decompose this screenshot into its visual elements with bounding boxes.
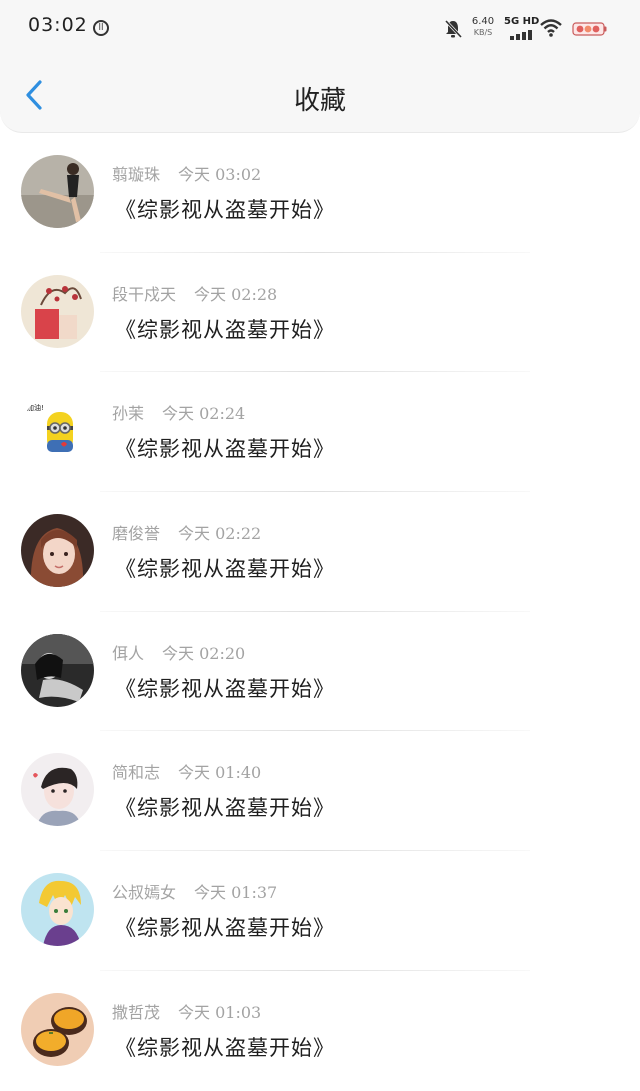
avatar bbox=[21, 753, 94, 827]
user-name: 公叔嫣女 bbox=[112, 883, 177, 903]
favorite-item[interactable]: 磨俊誉 今天 02:22 《综影视从盗墓开始》 bbox=[0, 492, 640, 612]
book-title: 《综影视从盗墓开始》 bbox=[115, 557, 335, 582]
avatar: 加油! bbox=[21, 394, 94, 468]
user-name: 孙茉 bbox=[112, 404, 145, 424]
favorite-item[interactable]: 佴人 今天 02:20 《综影视从盗墓开始》 bbox=[0, 612, 640, 732]
avatar bbox=[21, 514, 94, 588]
item-meta: 撒哲茂 今天 01:03 bbox=[112, 999, 261, 1023]
item-time: 今天 02:20 bbox=[162, 643, 246, 663]
item-meta: 孙茉 今天 02:24 bbox=[112, 400, 245, 424]
item-meta: 佴人 今天 02:20 bbox=[112, 640, 245, 664]
signal-strength-icon bbox=[510, 30, 534, 40]
status-bar: 03:02 ll 6.40 KB/S 5G HD bbox=[0, 0, 640, 58]
speed-unit: KB/S bbox=[473, 28, 493, 37]
notification-badge-icon: ll bbox=[93, 20, 109, 36]
page-title: 收藏 bbox=[293, 86, 346, 116]
item-time: 今天 02:28 bbox=[194, 284, 278, 304]
avatar bbox=[21, 873, 94, 947]
network-label: 5G HD bbox=[504, 16, 540, 27]
book-title: 《综影视从盗墓开始》 bbox=[115, 796, 335, 821]
book-title: 《综影视从盗墓开始》 bbox=[115, 198, 335, 222]
item-time: 今天 02:24 bbox=[162, 404, 246, 424]
item-meta: 简和志 今天 01:40 bbox=[112, 759, 261, 783]
book-title: 《综影视从盗墓开始》 bbox=[115, 916, 335, 941]
user-name: 翦璇珠 bbox=[112, 165, 161, 184]
status-time: 03:02 bbox=[28, 14, 88, 36]
favorite-item[interactable]: 撒哲茂 今天 01:03 《综影视从盗墓开始》 bbox=[0, 971, 640, 1091]
svg-text:加油!: 加油! bbox=[27, 403, 44, 412]
book-title: 《综影视从盗墓开始》 bbox=[115, 317, 335, 342]
speed-value: 6.40 bbox=[471, 16, 495, 27]
item-time: 今天 02:22 bbox=[178, 524, 262, 544]
favorite-item[interactable]: 公叔嫣女 今天 01:37 《综影视从盗墓开始》 bbox=[0, 851, 640, 971]
battery-icon bbox=[572, 22, 607, 36]
favorite-item[interactable]: 段干戍天 今天 02:28 《综影视从盗墓开始》 bbox=[0, 253, 640, 373]
favorite-item[interactable]: 翦璇珠 今天 03:02 《综影视从盗墓开始》 bbox=[0, 133, 640, 253]
avatar bbox=[21, 633, 94, 707]
wifi-icon bbox=[540, 19, 562, 37]
user-name: 撒哲茂 bbox=[112, 1002, 161, 1022]
item-meta: 磨俊誉 今天 02:22 bbox=[112, 520, 261, 544]
item-time: 今天 01:37 bbox=[194, 883, 278, 903]
book-title: 《综影视从盗墓开始》 bbox=[115, 1035, 335, 1060]
book-title: 《综影视从盗墓开始》 bbox=[115, 676, 335, 701]
item-time: 今天 01:40 bbox=[178, 763, 262, 783]
favorite-item[interactable]: 简和志 今天 01:40 《综影视从盗墓开始》 bbox=[0, 731, 640, 852]
app-header: 收藏 bbox=[0, 58, 640, 133]
avatar bbox=[21, 992, 94, 1066]
item-time: 今天 03:02 bbox=[178, 165, 262, 184]
item-meta: 翦璇珠 今天 03:02 bbox=[112, 161, 261, 185]
user-name: 磨俊誉 bbox=[112, 524, 161, 544]
favorite-item[interactable]: 加油! 孙茉 今天 02:24 《综影视从盗墓开始》 bbox=[0, 372, 640, 493]
avatar bbox=[21, 155, 94, 228]
user-name: 段干戍天 bbox=[112, 284, 177, 304]
avatar bbox=[21, 274, 94, 348]
user-name: 简和志 bbox=[112, 763, 161, 783]
item-meta: 段干戍天 今天 02:28 bbox=[112, 281, 277, 305]
favorites-list: 翦璇珠 今天 03:02 《综影视从盗墓开始》 段干戍天 今天 02:28 《综影视… bbox=[0, 133, 640, 1091]
item-meta: 公叔嫣女 今天 01:37 bbox=[112, 879, 277, 903]
network-speed: 6.40 KB/S bbox=[468, 16, 498, 38]
item-time: 今天 01:03 bbox=[178, 1002, 262, 1022]
bell-muted-icon bbox=[444, 19, 462, 39]
user-name: 佴人 bbox=[112, 643, 145, 663]
book-title: 《综影视从盗墓开始》 bbox=[115, 437, 335, 462]
